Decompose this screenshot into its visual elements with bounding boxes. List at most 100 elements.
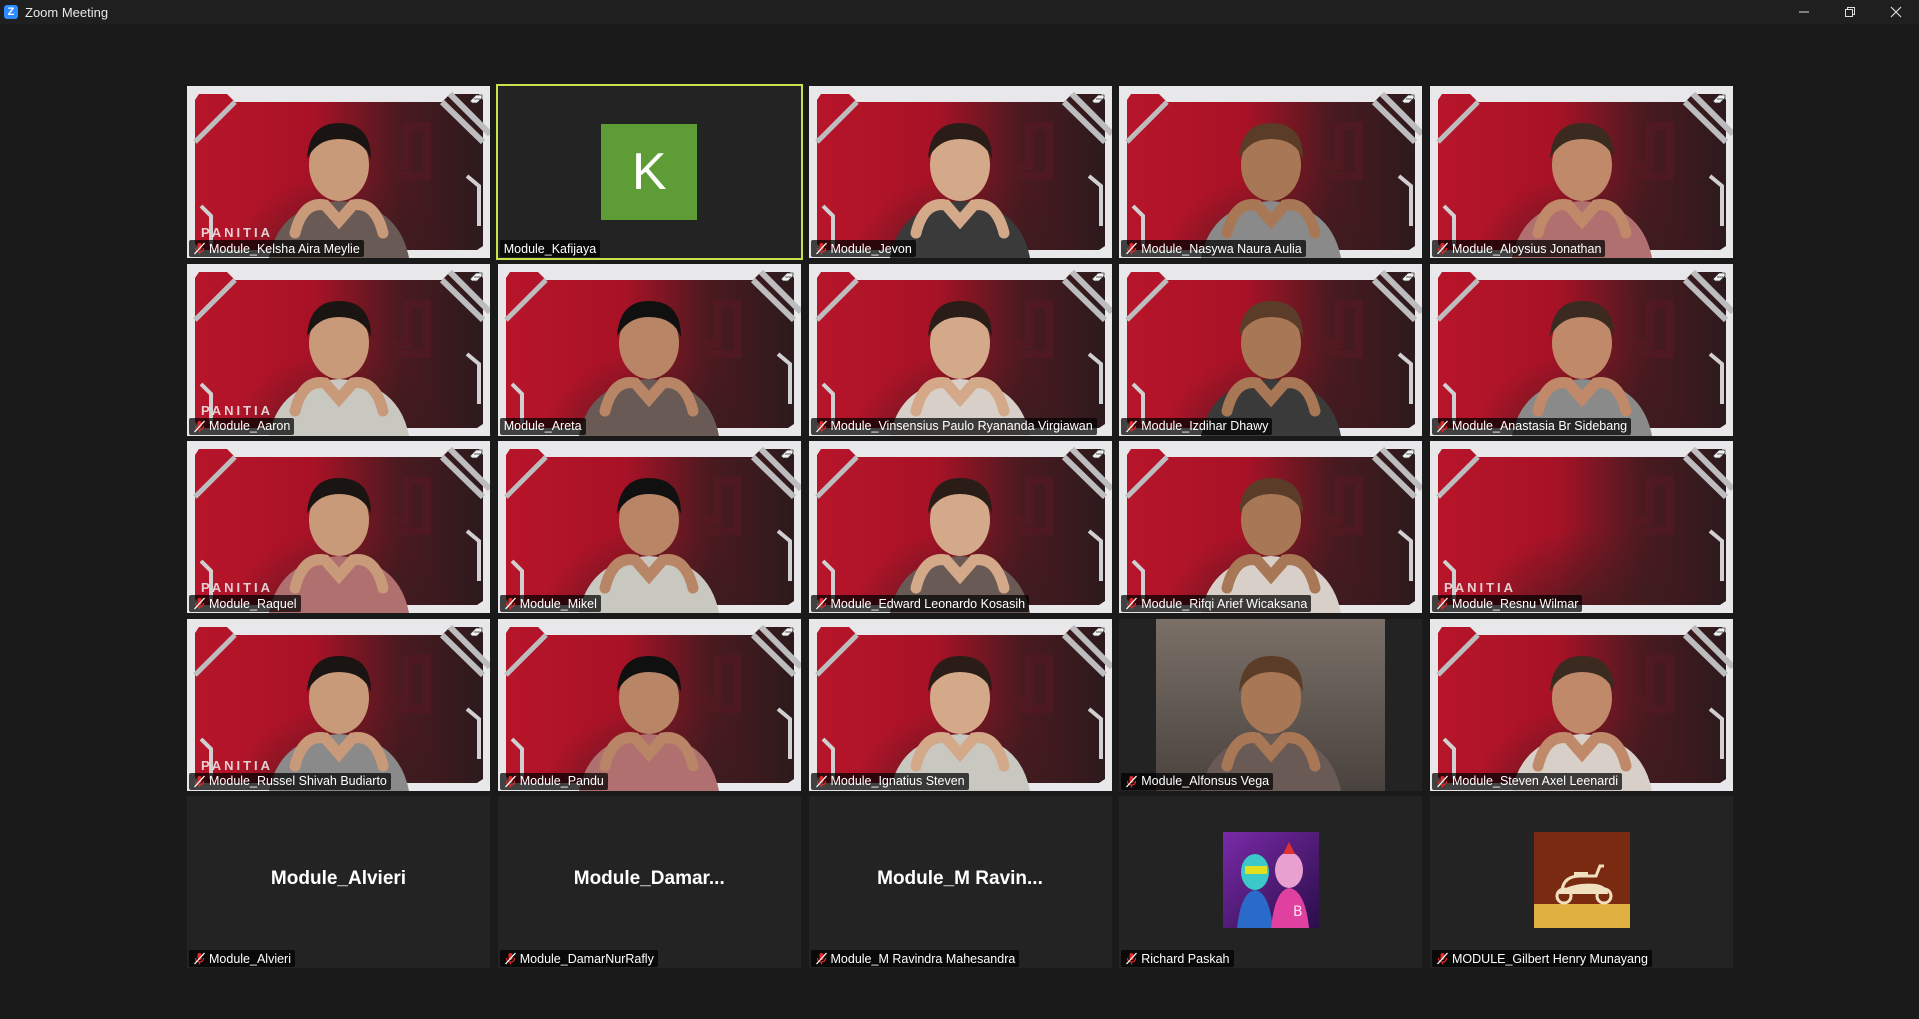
participant-tile-module-gilbert-henry-munayang[interactable]: MODULE_Gilbert Henry Munayang [1430,796,1733,968]
participant-video-feed [259,271,419,436]
participant-name: Module_Ignatius Steven [830,774,965,788]
participant-video-feed [1502,626,1662,791]
participant-tile-module-izdihar-dhawy[interactable]: Module_Izdihar Dhawy [1119,263,1423,436]
eraser-icon [468,270,484,284]
muted-microphone-icon [193,597,206,610]
participant-name-tag: Module_Raquel [189,595,301,612]
zoom-logo-icon: Z [4,5,18,19]
avatar-initial: K [601,124,698,220]
window-title: Zoom Meeting [25,4,109,20]
participant-video-feed [880,448,1040,613]
participant-name: Module_Aloysius Jonathan [1452,241,1602,256]
eraser-icon [468,625,484,639]
participant-tile-module-alvieri[interactable]: Module_Alvieri Module_Alvieri [187,796,490,968]
participant-tile-module-edward-leonardo-kosasih[interactable]: Module_Edward Leonardo Kosasih [808,441,1112,613]
muted-microphone-icon [815,242,828,255]
participant-name: Module_Jevon [830,241,912,256]
participant-name: Module_Alvieri [209,951,291,966]
participant-tile-module-areta[interactable]: Module_Areta [497,263,801,436]
participant-name-tag: Module_M Ravindra Mahesandra [810,950,1020,967]
restore-icon [1845,7,1855,17]
participant-video-feed [1156,618,1386,791]
eraser-icon [1711,625,1727,639]
muted-microphone-icon [193,242,206,255]
participant-name-tag: Module_Kafijaya [499,240,601,257]
participant-name-tag: Module_Aaron [189,417,295,435]
participant-name: Module_Vinsensius Paulo Ryananda Virgiaw… [830,419,1093,433]
eraser-icon [1711,92,1727,106]
participant-tile-module-russel-shivah-budiarto[interactable]: PANITIA Module_Russel Shivah Budiarto [187,618,490,791]
participant-tile-module-kelsha-aira-meylie[interactable]: PANITIA Module_Kelsha Aira Meylie [187,86,490,258]
muted-microphone-icon [1436,242,1449,255]
participant-name: Module_Pandu [519,774,604,788]
window-controls [1781,0,1919,24]
restore-button[interactable] [1827,0,1873,24]
participant-tile-richard-paskah[interactable]: B Richard Paskah [1119,796,1423,968]
muted-microphone-icon [1436,597,1449,610]
participant-tile-module-aaron[interactable]: PANITIA Module_Aaron [187,263,490,436]
minimize-icon [1799,11,1809,13]
muted-microphone-icon [504,597,517,610]
participant-name: Module_Kelsha Aira Meylie [209,241,360,256]
eraser-icon [1711,447,1727,461]
participant-tile-module-anastasia-br-sidebang[interactable]: Module_Anastasia Br Sidebang [1430,263,1733,436]
participant-tile-module-nasywa-naura-aulia[interactable]: Module_Nasywa Naura Aulia [1119,86,1423,258]
participant-video-feed [1502,271,1662,436]
participant-video-feed [880,93,1040,258]
participant-tile-module-pandu[interactable]: Module_Pandu [497,618,801,791]
muted-microphone-icon [1436,775,1449,788]
muted-microphone-icon [815,597,828,610]
participant-name: Module_Anastasia Br Sidebang [1452,419,1628,433]
participant-name: Module_Areta [503,419,582,433]
participant-tile-module-steven-axel-leenardi[interactable]: Module_Steven Axel Leenardi [1430,618,1733,791]
participant-tile-module-ignatius-steven[interactable]: Module_Ignatius Steven [808,618,1112,791]
participant-video-feed [259,448,419,613]
participant-name: Module_Edward Leonardo Kosasih [830,596,1026,611]
participant-tile-module-mikel[interactable]: Module_Mikel [497,441,801,613]
muted-microphone-icon [1125,597,1138,610]
participant-tile-module-raquel[interactable]: PANITIA Module_Raquel [187,441,490,613]
muted-microphone-icon [1436,420,1449,433]
participant-tile-module-aloysius-jonathan[interactable]: Module_Aloysius Jonathan [1430,86,1733,258]
minimize-button[interactable] [1781,0,1827,24]
scooter-avatar-image [1533,832,1630,928]
participant-tile-module-jevon[interactable]: Module_Jevon [808,86,1112,258]
participant-name: Module_Russel Shivah Budiarto [209,774,387,788]
muted-microphone-icon [1125,775,1138,788]
participant-tile-module-resnu-wilmar[interactable]: PANITIA Module_Resnu Wilmar [1430,441,1733,613]
participant-tile-module-kafijaya[interactable]: K Module_Kafijaya [495,84,803,260]
participant-name: Module_Aaron [209,419,291,433]
participant-display-name: Module_Alvieri [270,868,407,889]
participant-name: Module_Rifqi Arief Wicaksana [1141,596,1308,611]
participant-name-tag: Module_Ignatius Steven [810,772,969,790]
close-button[interactable] [1873,0,1919,24]
participant-name-tag: MODULE_Gilbert Henry Munayang [1432,950,1652,967]
participant-video-feed [1191,271,1351,436]
participant-video-feed [569,448,729,613]
participant-name-tag: Module_Steven Axel Leenardi [1432,772,1623,790]
participant-name-tag: Module_Anastasia Br Sidebang [1432,417,1632,435]
participant-tile-module-m-ravindra-mahesandra[interactable]: Module_M Ravin... Module_M Ravindra Mahe… [808,796,1112,968]
eraser-icon [1090,92,1106,106]
participant-name-tag: Module_Aloysius Jonathan [1432,240,1606,257]
participant-name-tag: Module_DamarNurRafly [499,950,658,967]
muted-microphone-icon [815,952,828,965]
participant-video-feed [880,626,1040,791]
svg-text:B: B [1293,904,1303,920]
participant-video-feed [259,626,419,791]
participant-tile-module-vinsensius-paulo-ryananda-virgiawan[interactable]: Module_Vinsensius Paulo Ryananda Virgiaw… [808,263,1112,436]
muted-microphone-icon [193,952,206,965]
participant-video-feed [880,271,1040,436]
eraser-icon [468,92,484,106]
muted-microphone-icon [815,420,828,433]
participant-name-tag: Richard Paskah [1121,950,1234,967]
participant-tile-module-rifqi-arief-wicaksana[interactable]: Module_Rifqi Arief Wicaksana [1119,441,1423,613]
participant-name-tag: Module_Alvieri [189,950,295,967]
participant-tile-module-alfonsus-vega[interactable]: Module_Alfonsus Vega [1119,618,1423,791]
participant-name: MODULE_Gilbert Henry Munayang [1452,951,1648,966]
participant-name: Module_DamarNurRafly [519,951,654,966]
muted-microphone-icon [1436,952,1449,965]
participant-name-tag: Module_Edward Leonardo Kosasih [810,595,1030,612]
eraser-icon [1711,270,1727,284]
participant-tile-module-damarnurrafly[interactable]: Module_Damar... Module_DamarNurRafly [497,796,801,968]
